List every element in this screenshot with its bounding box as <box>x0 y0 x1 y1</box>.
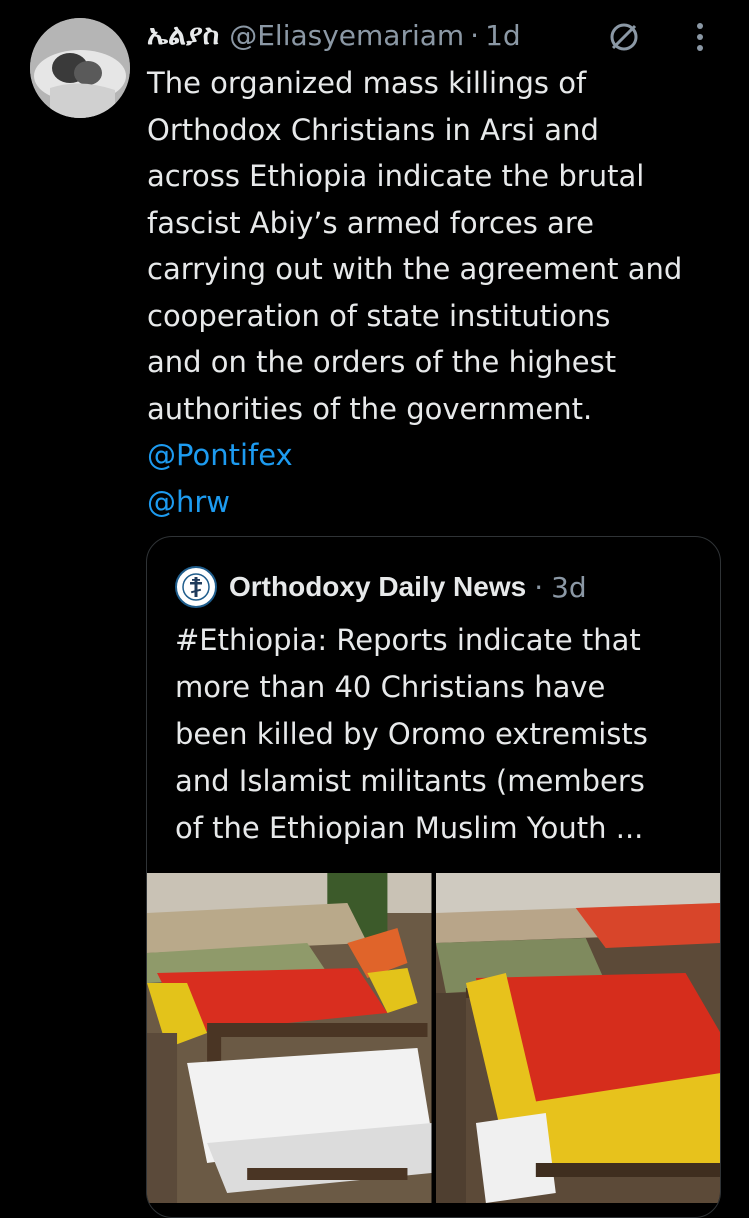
mention-link-pontifex[interactable]: @Pontifex <box>147 432 737 479</box>
quoted-timestamp[interactable]: 3d <box>551 571 587 604</box>
orthodox-cross-icon <box>182 573 210 601</box>
quoted-tweet-card[interactable]: Orthodoxy Daily News · 3d #Ethiopia: Rep… <box>146 536 721 1218</box>
quoted-tweet-text: #Ethiopia: Reports indicate that more th… <box>175 617 715 852</box>
no-entry-icon <box>610 23 638 51</box>
author-display-name[interactable]: ኤልያስ <box>147 18 219 52</box>
tweet-text: The organized mass killings of Orthodox … <box>147 60 737 525</box>
tweet-text-line: The organized mass killings of <box>147 66 587 100</box>
quoted-tweet-header: Orthodoxy Daily News · 3d <box>175 566 587 608</box>
mention-link-hrw[interactable]: @hrw <box>147 479 737 526</box>
tweet-text-line: authorities of the government. <box>147 391 593 426</box>
media-photo-1[interactable] <box>147 873 432 1203</box>
header-separator: · <box>470 18 480 52</box>
tweet-text-line: carrying out with the agreement and <box>147 252 683 286</box>
tweet-text-line: Orthodox Christians in Arsi and <box>147 112 599 147</box>
tweet-text-line: and on the orders of the highest <box>147 345 617 379</box>
quoted-author-avatar[interactable] <box>175 566 217 608</box>
tweet-text-line: cooperation of state institutions <box>147 298 611 333</box>
tweet-text-line: across Ethiopia indicate the brutal <box>147 159 645 193</box>
quoted-text-line: of the Ethiopian Muslim Youth ... <box>175 811 644 845</box>
quoted-media-grid <box>147 873 720 1203</box>
tweet-timestamp[interactable]: 1d <box>485 19 521 52</box>
tweet-header: ኤልያስ @Eliasyemariam · 1d <box>147 15 521 55</box>
more-vertical-icon[interactable] <box>690 20 710 54</box>
quoted-text-line: and Islamist militants (members <box>175 764 645 798</box>
quoted-text-line: more than 40 Christians have <box>175 670 606 704</box>
media-photo-2[interactable] <box>435 873 720 1203</box>
author-avatar[interactable] <box>30 18 130 118</box>
quoted-text-line: been killed by Oromo extremists <box>175 717 648 751</box>
quoted-author-name[interactable]: Orthodoxy Daily News <box>229 571 526 603</box>
tweet-text-line: fascist Abiy’s armed forces are <box>147 205 594 240</box>
quoted-header-separator: · <box>534 570 544 604</box>
author-handle[interactable]: @Eliasyemariam <box>229 19 464 52</box>
quoted-text-line: #Ethiopia: Reports indicate that <box>175 623 641 657</box>
